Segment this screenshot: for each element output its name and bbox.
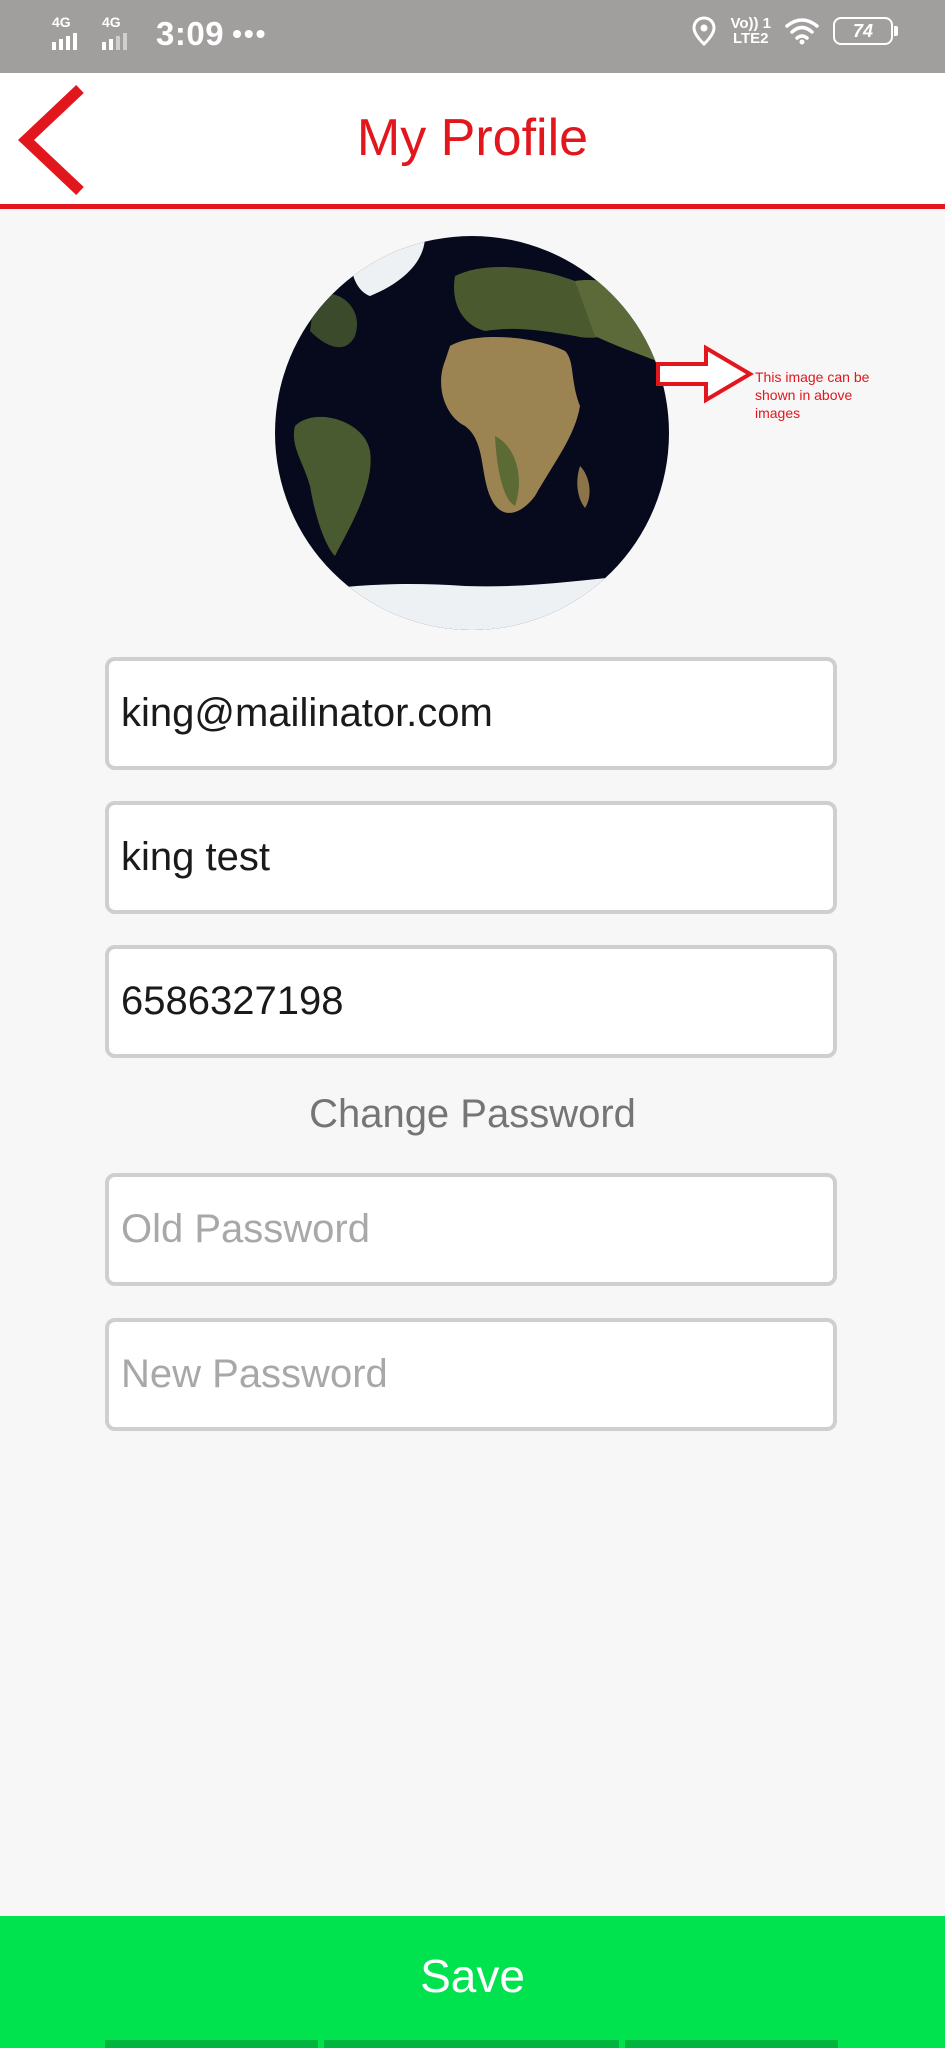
name-field	[105, 801, 837, 914]
status-right: Vo)) 1 LTE2 74	[692, 16, 898, 46]
change-password-label: Change Password	[309, 1092, 636, 1136]
annotation-note: This image can be shown in above images	[755, 369, 870, 421]
header-divider	[0, 204, 945, 209]
volte-indicator: Vo)) 1 LTE2	[730, 16, 771, 46]
email-field	[105, 657, 837, 770]
status-time: 3:09	[156, 15, 225, 52]
signal-sim1-icon: 4G	[52, 14, 94, 54]
network-type-2: 4G	[102, 14, 121, 30]
bottom-indicator-1	[105, 2040, 318, 2048]
old-password-field	[105, 1173, 837, 1286]
new-password-field	[105, 1318, 837, 1431]
battery-level: 74	[852, 20, 874, 41]
network-type-1: 4G	[52, 14, 71, 30]
volte-line-1: Vo)) 1	[730, 15, 771, 32]
location-icon	[692, 16, 716, 46]
bottom-indicator-2	[324, 2040, 619, 2048]
email-input[interactable]	[109, 661, 833, 766]
arrow-left-icon	[656, 344, 754, 404]
bottom-indicator-3	[625, 2040, 838, 2048]
name-input[interactable]	[109, 805, 833, 910]
earth-globe-image	[275, 236, 669, 630]
status-bar: 4G 4G 3:09 ••• Vo)) 1 LTE2 74	[0, 0, 945, 73]
volte-line-2: LTE2	[732, 30, 769, 47]
status-left: 4G 4G 3:09 •••	[52, 14, 267, 54]
wifi-icon	[785, 18, 819, 45]
save-button[interactable]: Save	[0, 1916, 945, 2048]
new-password-input[interactable]	[109, 1322, 833, 1427]
phone-input[interactable]	[109, 949, 833, 1054]
old-password-input[interactable]	[109, 1177, 833, 1282]
save-button-label: Save	[420, 1950, 525, 2002]
signal-sim2-icon: 4G	[102, 14, 144, 54]
battery-icon: 74	[833, 17, 898, 45]
phone-field	[105, 945, 837, 1058]
more-notifications-icon: •••	[232, 18, 268, 49]
page-title: My Profile	[356, 109, 589, 167]
profile-avatar[interactable]	[275, 236, 669, 630]
